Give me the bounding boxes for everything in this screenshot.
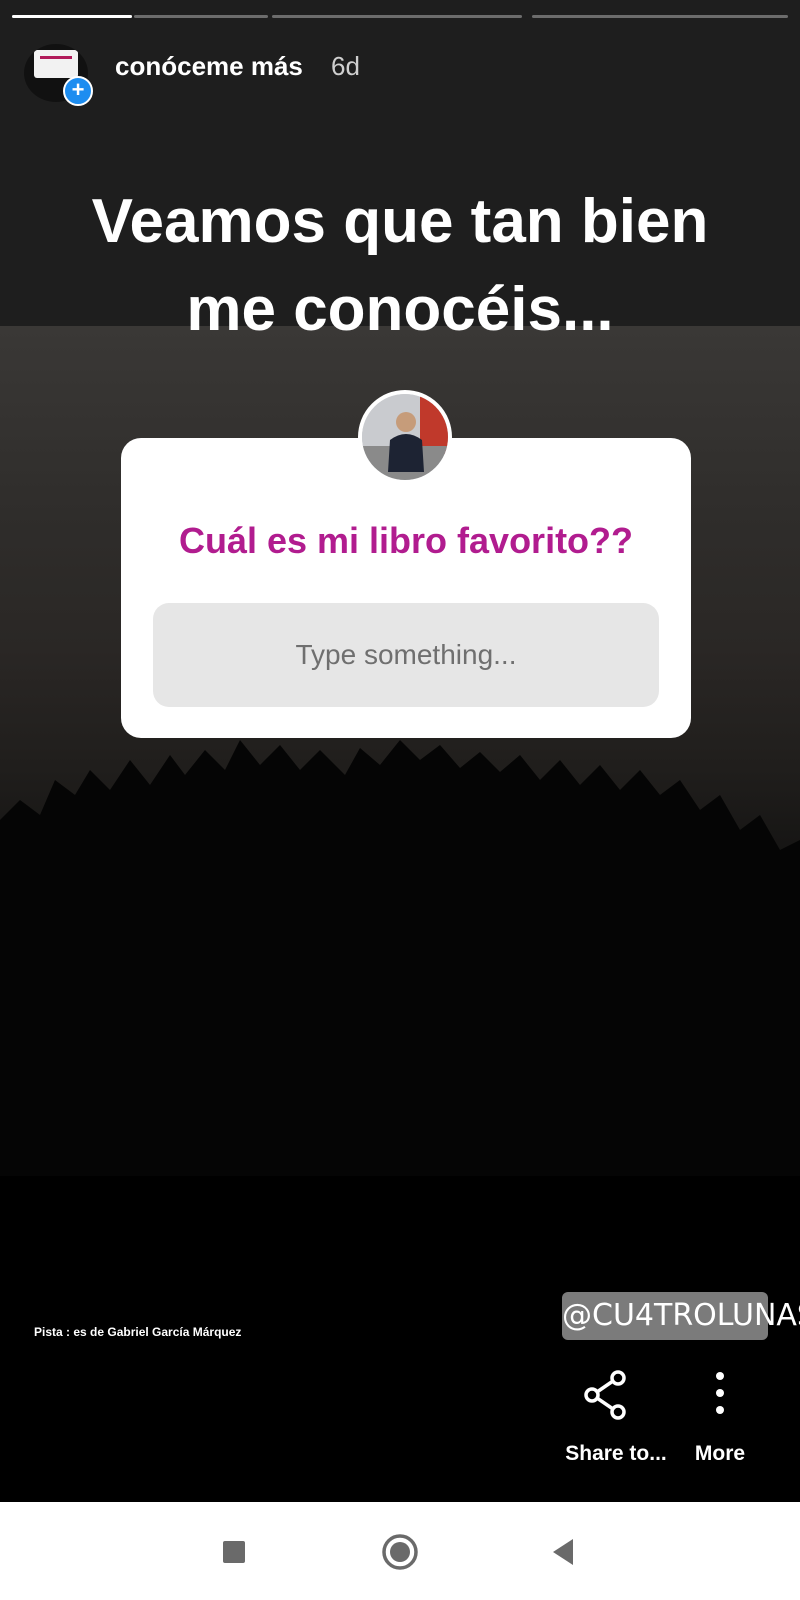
more-button[interactable]: More — [688, 1370, 752, 1480]
tree-silhouette — [0, 740, 800, 1176]
more-label: More — [694, 1442, 746, 1465]
back-icon[interactable] — [541, 1530, 585, 1574]
share-icon — [584, 1370, 626, 1420]
progress-segment-3 — [532, 15, 788, 18]
more-vertical-icon — [716, 1372, 724, 1414]
plus-icon[interactable]: + — [63, 76, 93, 106]
story-username[interactable]: conóceme más — [115, 51, 303, 82]
mention-tag[interactable]: @CU4TROLUNAS — [562, 1292, 800, 1340]
progress-segment-2 — [272, 15, 522, 18]
story-time-ago: 6d — [331, 51, 360, 81]
hint-text: Pista : es de Gabriel García Márquez — [34, 1325, 242, 1339]
sticker-profile-photo — [358, 390, 452, 484]
system-navigation-bar — [0, 1502, 800, 1600]
stop-icon[interactable] — [212, 1530, 256, 1574]
headline-line-1: Veamos que tan bien — [91, 187, 709, 256]
story-headline: Veamos que tan bien me conocéis... — [40, 178, 760, 354]
story-viewer[interactable]: + conóceme más 6d Veamos que tan bien me… — [0, 0, 800, 1502]
question-text: Cuál es mi libro favorito?? — [178, 520, 634, 561]
share-label: Share to... — [565, 1442, 667, 1465]
progress-segment-1 — [12, 15, 132, 18]
headline-line-2: me conocéis... — [186, 275, 614, 344]
answer-input[interactable]: Type something... — [153, 603, 659, 707]
share-button[interactable]: Share to... — [556, 1370, 676, 1480]
home-icon[interactable] — [378, 1530, 422, 1574]
progress-segment-1-rest — [134, 15, 268, 18]
